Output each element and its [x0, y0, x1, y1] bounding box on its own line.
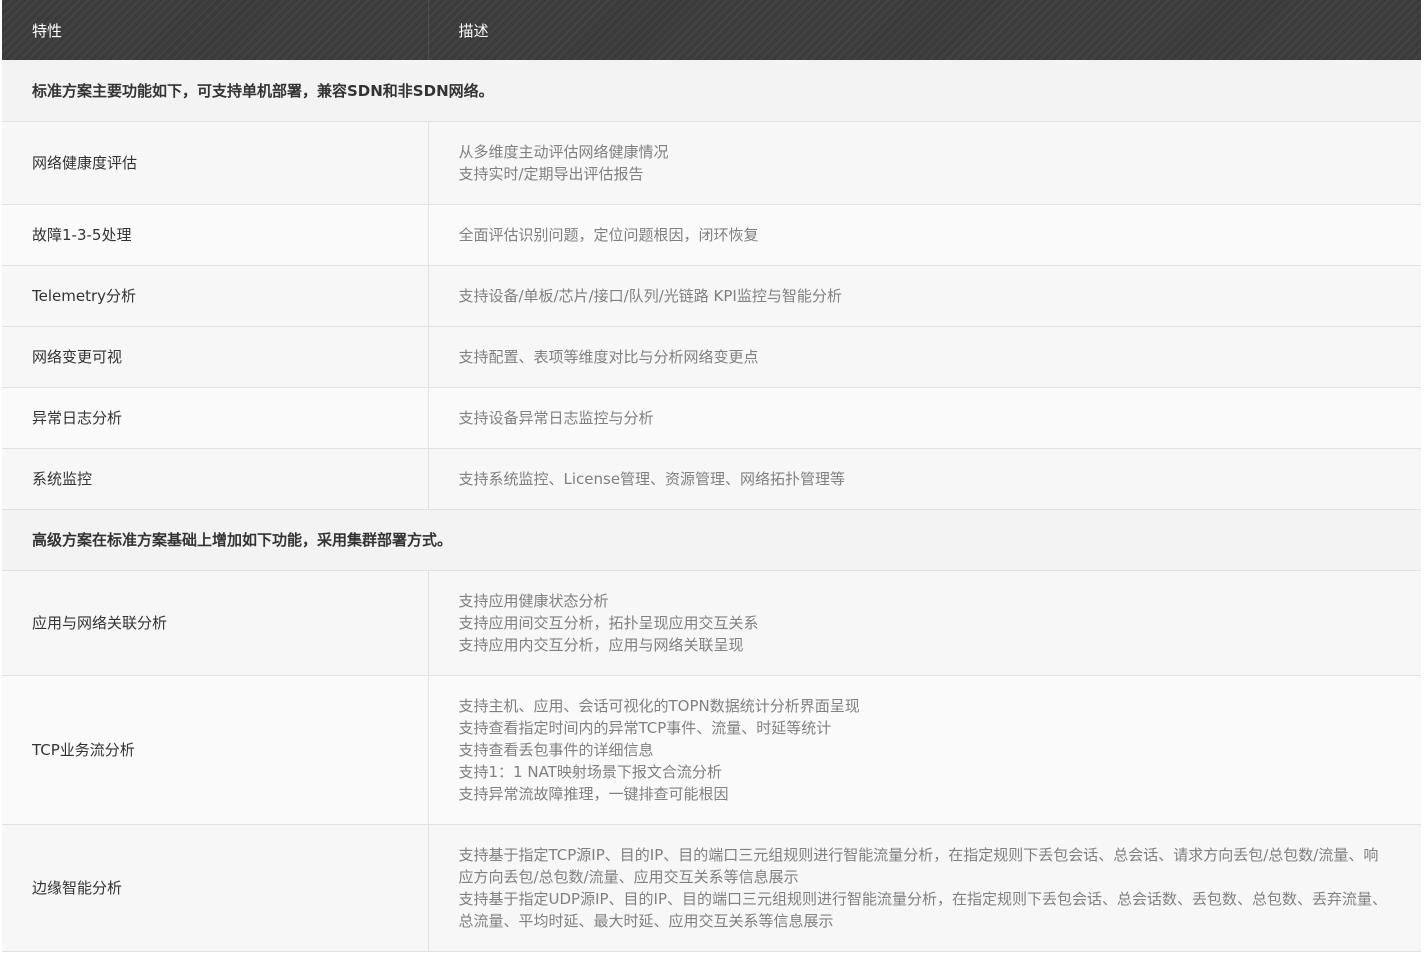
description-line: 支持主机、应用、会话可视化的TOPN数据统计分析界面呈现 [458, 696, 860, 715]
description-cell: 支持设备/单板/芯片/接口/队列/光链路 KPI监控与智能分析 [427, 265, 1421, 327]
table-row: 应用与网络关联分析 支持应用健康状态分析 支持应用间交互分析，拓扑呈现应用交互关系支… [2, 570, 1421, 676]
description-line: 支持异常流故障推理，一键排查可能根因 [458, 784, 729, 803]
description-line: 支持1：1 NAT映射场景下报文合流分析 [458, 762, 722, 781]
description-line: 支持基于指定TCP源IP、目的IP、目的端口三元组规则进行智能流量分析，在指定规… [458, 845, 1379, 886]
section-title: 高级方案在标准方案基础上增加如下功能，采用集群部署方式。 [2, 509, 1421, 571]
feature-cell: 系统监控 [2, 448, 428, 510]
feature-cell: Telemetry分析 [2, 265, 428, 327]
table-header-row: 特性 描述 [2, 0, 1421, 60]
feature-cell: 应用与网络关联分析 [2, 570, 428, 676]
description-cell: 支持应用健康状态分析支持应用间交互分析，拓扑呈现应用交互关系 支持应用内交互分析，… [427, 570, 1421, 676]
description-line: 支持应用内交互分析，应用与网络关联呈现 [458, 635, 744, 654]
description-line: 支持基于指定UDP源IP、目的IP、目的端口三元组规则进行智能流量分析，在指定规… [458, 889, 1388, 930]
description-cell: 支持系统监控、License管理、资源管理、网络拓扑管理等 [427, 448, 1421, 510]
description-cell: 支持主机、应用、会话可视化的TOPN数据统计分析界面呈现 支持查看指定时间内的异常… [427, 675, 1421, 825]
table-row: 异常日志分析 支持设备异常日志监控与分析 [2, 387, 1421, 449]
description-cell: 全面评估识别问题，定位问题根因，闭环恢复 [427, 204, 1421, 266]
header-description: 描述 [427, 0, 1421, 60]
table-row: 故障1-3-5处理 全面评估识别问题，定位问题根因，闭环恢复 [2, 204, 1421, 266]
section-title: 标准方案主要功能如下，可支持单机部署，兼容SDN和非SDN网络。 [2, 60, 1421, 122]
table-row: 边缘智能分析 支持基于指定TCP源IP、目的IP、目的端口三元组规则进行智能流量分… [2, 824, 1421, 952]
feature-table: 特性 描述 标准方案主要功能如下，可支持单机部署，兼容SDN和非SDN网络。 网络… [2, 0, 1421, 952]
feature-cell: 故障1-3-5处理 [2, 204, 428, 266]
feature-cell: TCP业务流分析 [2, 675, 428, 825]
section-row: 标准方案主要功能如下，可支持单机部署，兼容SDN和非SDN网络。 [2, 60, 1421, 122]
feature-cell: 边缘智能分析 [2, 824, 428, 952]
description-line: 支持应用健康状态分析 [458, 591, 609, 610]
description-line: 支持系统监控、License管理、资源管理、网络拓扑管理等 [458, 469, 846, 488]
description-line: 支持设备/单板/芯片/接口/队列/光链路 KPI监控与智能分析 [458, 286, 842, 305]
description-cell: 支持设备异常日志监控与分析 [427, 387, 1421, 449]
description-line: 从多维度主动评估网络健康情况 [458, 142, 669, 161]
header-feature: 特性 [2, 0, 428, 60]
description-line: 支持查看指定时间内的异常TCP事件、流量、时延等统计 [458, 718, 832, 737]
description-line: 支持应用间交互分析，拓扑呈现应用交互关系 [458, 613, 759, 632]
feature-cell: 网络变更可视 [2, 326, 428, 388]
description-cell: 支持配置、表项等维度对比与分析网络变更点 [427, 326, 1421, 388]
description-line: 支持查看丢包事件的详细信息 [458, 740, 654, 759]
description-line: 支持设备异常日志监控与分析 [458, 408, 654, 427]
description-line: 支持配置、表项等维度对比与分析网络变更点 [458, 347, 759, 366]
table-row: 网络变更可视 支持配置、表项等维度对比与分析网络变更点 [2, 326, 1421, 388]
table-row: 系统监控 支持系统监控、License管理、资源管理、网络拓扑管理等 [2, 448, 1421, 510]
table-row: TCP业务流分析 支持主机、应用、会话可视化的TOPN数据统计分析界面呈现 支持查看… [2, 675, 1421, 825]
description-line: 支持实时/定期导出评估报告 [458, 164, 644, 183]
table-row: 网络健康度评估 从多维度主动评估网络健康情况 支持实时/定期导出评估报告 [2, 121, 1421, 205]
table-body: 标准方案主要功能如下，可支持单机部署，兼容SDN和非SDN网络。 网络健康度评估从… [2, 60, 1421, 952]
description-line: 全面评估识别问题，定位问题根因，闭环恢复 [458, 225, 759, 244]
feature-cell: 异常日志分析 [2, 387, 428, 449]
description-cell: 支持基于指定TCP源IP、目的IP、目的端口三元组规则进行智能流量分析，在指定规… [427, 824, 1421, 952]
table-row: Telemetry分析 支持设备/单板/芯片/接口/队列/光链路 KPI监控与智能… [2, 265, 1421, 327]
feature-cell: 网络健康度评估 [2, 121, 428, 205]
section-row: 高级方案在标准方案基础上增加如下功能，采用集群部署方式。 [2, 509, 1421, 571]
description-cell: 从多维度主动评估网络健康情况 支持实时/定期导出评估报告 [427, 121, 1421, 205]
